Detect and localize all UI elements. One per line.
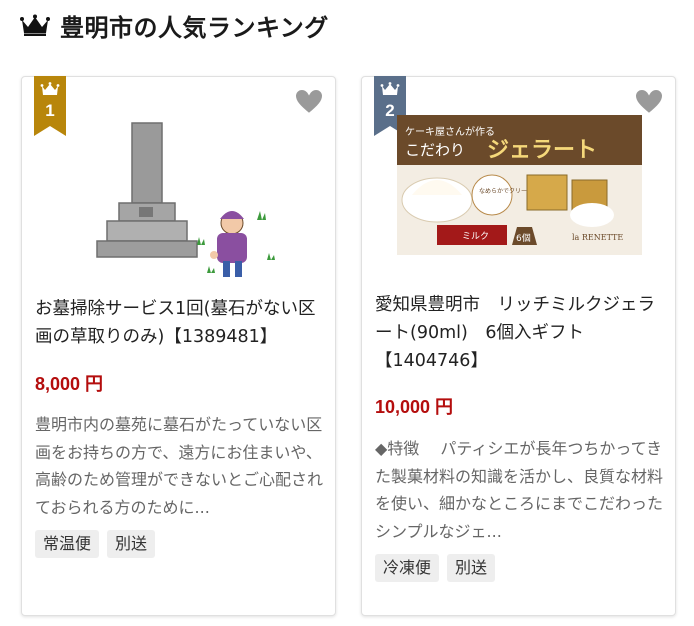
image-text-brand: la RENETTE: [572, 233, 623, 242]
tag-list: 常温便 別送: [35, 530, 156, 558]
image-text-title: ジェラート: [487, 138, 597, 163]
page-title: 豊明市の人気ランキング: [60, 13, 329, 42]
product-description: 豊明市内の墓苑に墓石がたっていない区画をお持ちの方で、遠方にお住まいや、高齢のた…: [35, 415, 324, 517]
ranking-card[interactable]: 2 ケーキ屋さんが作る こだわり ジェラート なめらかでクリーミー ミルク 6個…: [361, 76, 676, 616]
product-price: 8,000 円: [35, 374, 104, 394]
image-text-prefix: こだわり: [405, 141, 465, 159]
product-image[interactable]: ケーキ屋さんが作る こだわり ジェラート なめらかでクリーミー ミルク 6個 l…: [397, 95, 642, 285]
ranking-card[interactable]: 1 お墓掃除サービス1回(墓石がない区画の草取りのみ)【1389481】 8,0…: [21, 76, 336, 616]
ranking-header: 豊明市の人気ランキング: [20, 8, 329, 42]
product-price: 10,000 円: [375, 397, 454, 417]
tag-list: 冷凍便 別送: [375, 554, 496, 582]
product-description: ◆特徴 パティシエが長年つちかってきた製菓材料の知識を活かし、良質な材料を使い、…: [375, 439, 667, 541]
shipping-tag: 別送: [447, 554, 496, 582]
shipping-tag: 別送: [107, 530, 156, 558]
product-name[interactable]: お墓掃除サービス1回(墓石がない区画の草取りのみ)【1389481】: [35, 295, 327, 351]
image-text-count: 6個: [516, 232, 531, 244]
product-image[interactable]: [57, 95, 302, 285]
image-text-small: ケーキ屋さんが作る: [405, 125, 495, 138]
product-name[interactable]: 愛知県豊明市 リッチミルクジェラート(90ml) 6個入ギフト【1404746】: [375, 291, 667, 375]
image-text-flavor: ミルク: [462, 231, 489, 242]
shipping-tag: 冷凍便: [375, 554, 440, 582]
shipping-tag: 常温便: [35, 530, 100, 558]
crown-icon: [20, 14, 50, 36]
